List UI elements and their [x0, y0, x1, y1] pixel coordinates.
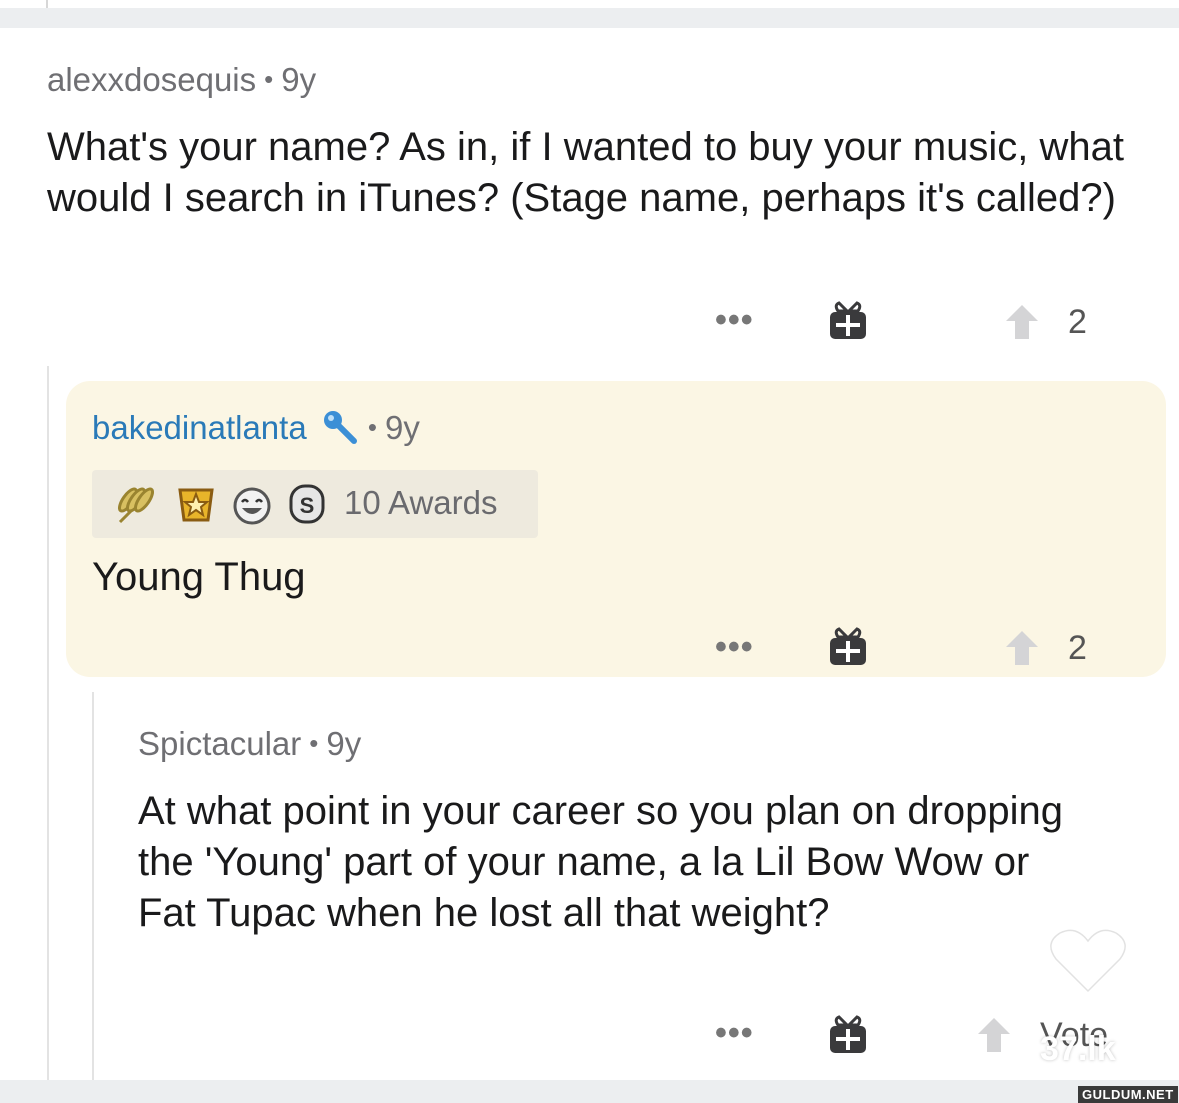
separator-dot: • [264, 64, 274, 94]
more-options-button[interactable]: ••• [715, 628, 754, 667]
username[interactable]: alexxdosequis [47, 61, 256, 98]
microphone-icon [323, 411, 357, 444]
upvote-arrow-icon[interactable] [976, 1016, 1012, 1054]
comment-age: 9y [281, 61, 317, 98]
more-options-button[interactable]: ••• [715, 301, 754, 340]
gift-icon[interactable] [827, 300, 869, 342]
vote-count: 2 [1068, 303, 1087, 341]
username[interactable]: Spictacular [138, 725, 301, 762]
comment-meta: bakedinatlanta • 9y [92, 399, 420, 447]
heart-watermark-icon [1048, 927, 1128, 995]
upvote-arrow-icon[interactable] [1004, 303, 1040, 341]
silver-coin-award-icon: S [289, 484, 325, 524]
separator-dot: • [309, 728, 319, 758]
laughing-face-award-icon [233, 487, 271, 525]
comment-age: 9y [384, 409, 420, 446]
awards-count: 10 Awards [344, 484, 498, 521]
username[interactable]: bakedinatlanta [92, 409, 307, 446]
gift-icon[interactable] [827, 626, 869, 668]
comment-body: At what point in your career so you plan… [138, 789, 1064, 935]
comment-meta: alexxdosequis • 9y [47, 61, 316, 99]
watermark-text: 37.lk [1040, 1030, 1116, 1068]
upvote-arrow-icon[interactable] [1004, 629, 1040, 667]
watermark-badge: GULDUM.NET [1078, 1086, 1178, 1103]
comment-age: 9y [326, 725, 362, 762]
thread-line-level-2[interactable] [92, 692, 94, 1080]
more-options-button[interactable]: ••• [715, 1014, 754, 1053]
comment-body: Young Thug [92, 555, 306, 599]
comment-body: What's your name? As in, if I wanted to … [47, 125, 1125, 220]
bottom-divider [0, 1080, 1179, 1103]
vote-count: 2 [1068, 629, 1087, 667]
comment-meta: Spictacular • 9y [138, 725, 361, 763]
gold-award-icon [178, 488, 214, 522]
thread-line-level-1[interactable] [47, 366, 49, 1080]
wheat-award-icon [117, 487, 155, 524]
awards-bar[interactable]: S 10 Awards [92, 470, 538, 538]
svg-text:S: S [300, 493, 315, 518]
top-divider [0, 0, 1179, 28]
gift-icon[interactable] [827, 1014, 869, 1056]
separator-dot: • [367, 412, 377, 442]
